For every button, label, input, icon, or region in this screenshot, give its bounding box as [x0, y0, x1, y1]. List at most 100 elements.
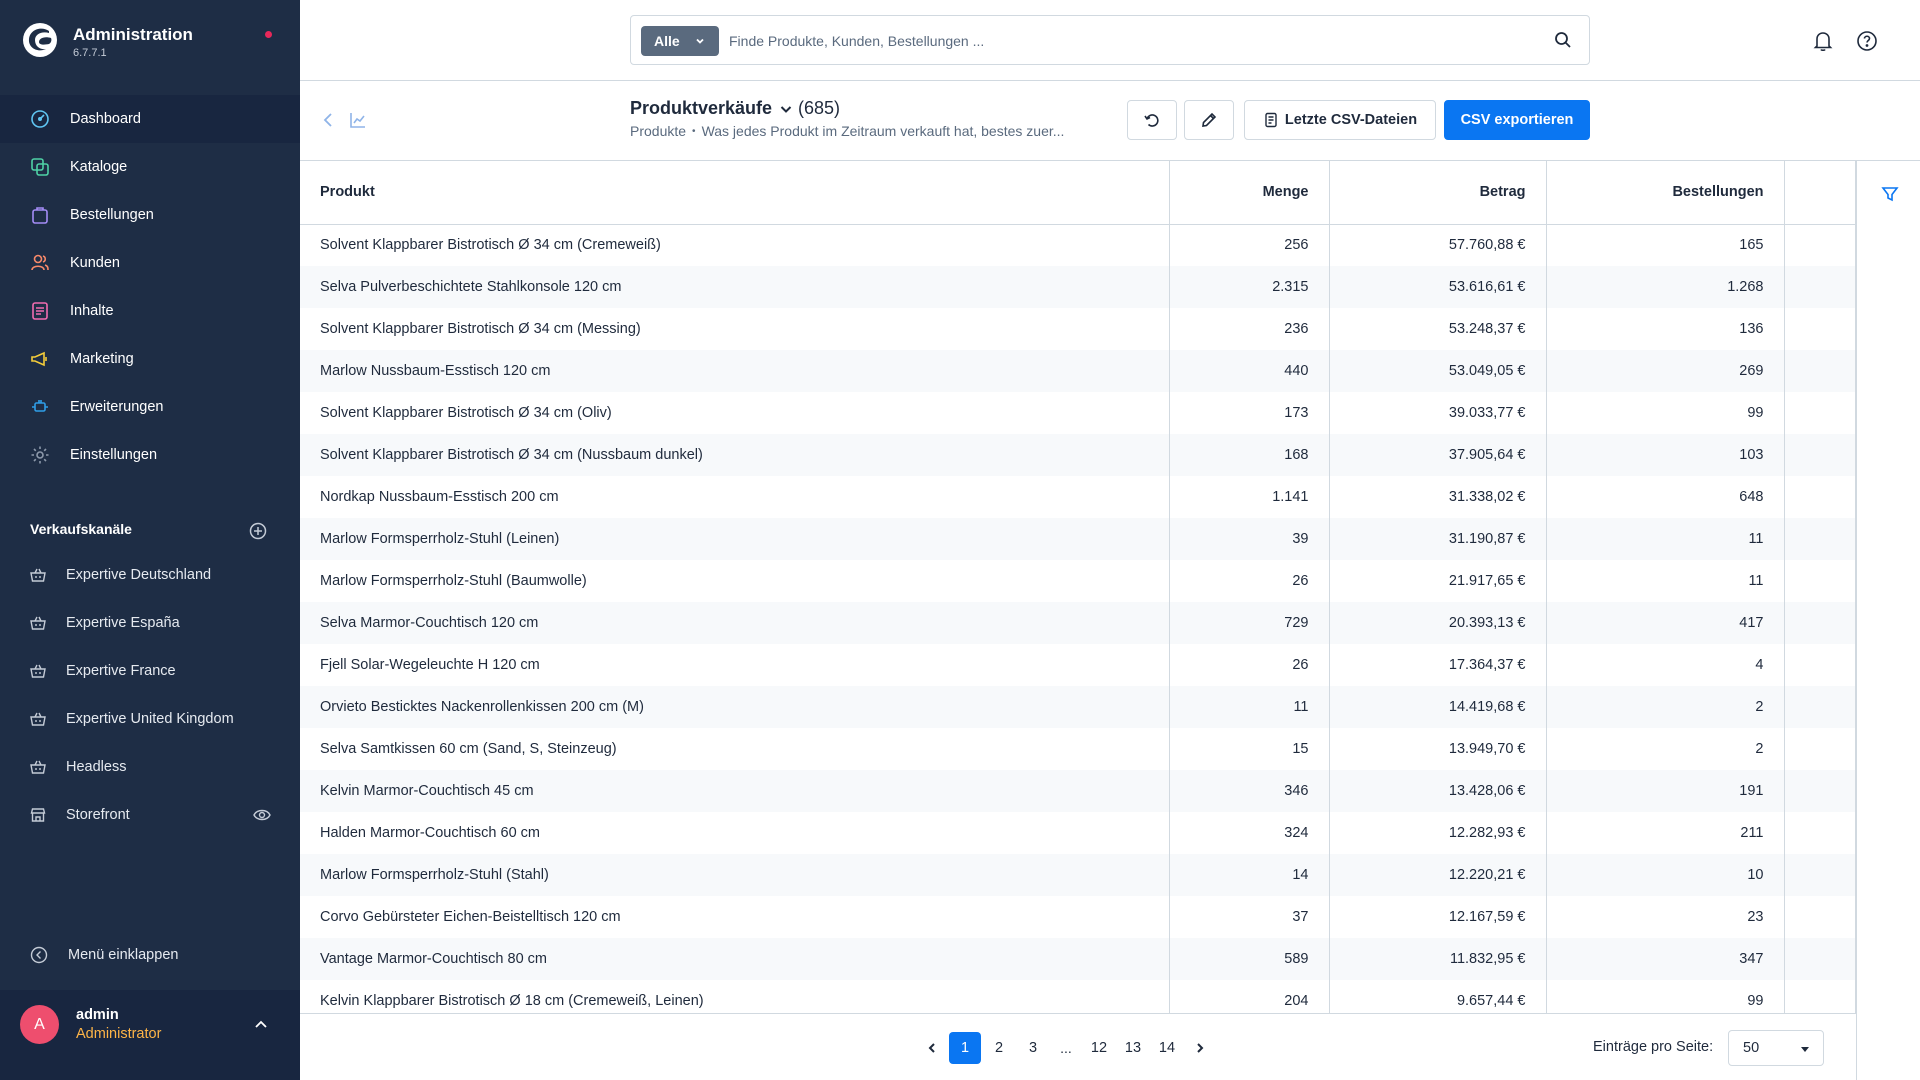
- table-row[interactable]: Kelvin Klappbarer Bistrotisch Ø 18 cm (C…: [300, 980, 1855, 1014]
- add-sales-channel-icon[interactable]: [249, 522, 267, 540]
- column-header-amount[interactable]: Betrag: [1329, 161, 1547, 225]
- table-row[interactable]: Selva Pulverbeschichtete Stahlkonsole 12…: [300, 266, 1855, 308]
- sales-channel-item[interactable]: Expertive Deutschland: [0, 551, 300, 599]
- pagination-page-button[interactable]: 3: [1017, 1032, 1049, 1064]
- collapse-menu-label: Menü einklappen: [68, 947, 179, 963]
- column-header-orders[interactable]: Bestellungen: [1546, 161, 1785, 225]
- basket-icon: [30, 760, 46, 774]
- table-row[interactable]: Halden Marmor-Couchtisch 60 cm 324 12.282,…: [300, 812, 1855, 854]
- table-row[interactable]: Fjell Solar-Wegeleuchte H 120 cm 26 17.364…: [300, 644, 1855, 686]
- search-icon[interactable]: [1553, 30, 1573, 50]
- help-icon[interactable]: [1855, 29, 1879, 53]
- recent-csv-files-button[interactable]: Letzte CSV-Dateien: [1244, 100, 1436, 140]
- table-row[interactable]: Vantage Marmor-Couchtisch 80 cm 589 11.832…: [300, 938, 1855, 980]
- table-row[interactable]: Kelvin Marmor-Couchtisch 45 cm 346 13.428,…: [300, 770, 1855, 812]
- cell-amount: 14.419,68 €: [1329, 686, 1547, 728]
- cell-quantity: 440: [1169, 350, 1330, 392]
- per-page-value: 50: [1743, 1040, 1760, 1056]
- sales-channel-item[interactable]: Storefront: [0, 791, 300, 839]
- nav-label: Kataloge: [70, 159, 128, 175]
- nav-item-inhalte[interactable]: Inhalte: [0, 287, 300, 335]
- per-page-select[interactable]: 50: [1728, 1030, 1824, 1066]
- pagination-page-button[interactable]: 13: [1117, 1032, 1149, 1064]
- filter-icon[interactable]: [1881, 185, 1899, 203]
- bell-icon[interactable]: [1811, 29, 1835, 53]
- cell-amount: 13.428,06 €: [1329, 770, 1547, 812]
- nav-item-marketing[interactable]: Marketing: [0, 335, 300, 383]
- grid-footer: 1 2 3... 12 13 14 Einträge pro Seite: 50: [300, 1013, 1856, 1080]
- cell-quantity: 256: [1169, 224, 1330, 266]
- chevron-left-icon[interactable]: [320, 111, 336, 129]
- breadcrumb-root[interactable]: Produkte: [630, 123, 686, 139]
- table-row[interactable]: Solvent Klappbarer Bistrotisch Ø 34 cm (…: [300, 224, 1855, 266]
- nav-item-bestellungen[interactable]: Bestellungen: [0, 191, 300, 239]
- table-row[interactable]: Corvo Gebürsteter Eichen-Beistelltisch 1…: [300, 896, 1855, 938]
- table-row[interactable]: Selva Samtkissen 60 cm (Sand, S, Steinze…: [300, 728, 1855, 770]
- table-row[interactable]: Orvieto Besticktes Nackenrollenkissen 20…: [300, 686, 1855, 728]
- avatar: A: [20, 1005, 59, 1044]
- cell-quantity: 1.141: [1169, 476, 1330, 518]
- cell-quantity: 346: [1169, 770, 1330, 812]
- table-row[interactable]: Marlow Formsperrholz-Stuhl (Leinen) 39 31.…: [300, 518, 1855, 560]
- sales-channel-item[interactable]: Expertive United Kingdom: [0, 695, 300, 743]
- table-row[interactable]: Solvent Klappbarer Bistrotisch Ø 34 cm (…: [300, 308, 1855, 350]
- pencil-icon: [1202, 112, 1217, 127]
- nav-label: Marketing: [70, 351, 134, 367]
- pagination-page-button[interactable]: 2: [983, 1032, 1015, 1064]
- column-header-quantity[interactable]: Menge: [1169, 161, 1330, 225]
- pagination-prev-button[interactable]: [916, 1032, 948, 1064]
- eye-icon[interactable]: [253, 807, 271, 823]
- sales-channel-item[interactable]: Expertive France: [0, 647, 300, 695]
- table-row[interactable]: Marlow Formsperrholz-Stuhl (Baumwolle) 26…: [300, 560, 1855, 602]
- cell-product: Solvent Klappbarer Bistrotisch Ø 34 cm (…: [300, 434, 1170, 476]
- cell-actions: [1784, 308, 1855, 350]
- page-title[interactable]: Produktverkäufe: [630, 98, 772, 119]
- user-name: admin: [76, 1007, 119, 1023]
- sales-channel-item[interactable]: Expertive España: [0, 599, 300, 647]
- cell-amount: 53.248,37 €: [1329, 308, 1547, 350]
- shopware-logo-icon[interactable]: [22, 22, 58, 58]
- cell-quantity: 15: [1169, 728, 1330, 770]
- cell-product: Marlow Formsperrholz-Stuhl (Leinen): [300, 518, 1170, 560]
- nav-item-kunden[interactable]: Kunden: [0, 239, 300, 287]
- chart-line-icon[interactable]: [349, 111, 367, 129]
- cell-quantity: 26: [1169, 560, 1330, 602]
- sales-channel-label: Expertive España: [66, 615, 180, 631]
- cell-orders: 103: [1546, 434, 1785, 476]
- table-row[interactable]: Solvent Klappbarer Bistrotisch Ø 34 cm (…: [300, 434, 1855, 476]
- table-row[interactable]: Marlow Nussbaum-Esstisch 120 cm 440 53.049…: [300, 350, 1855, 392]
- table-row[interactable]: Marlow Formsperrholz-Stuhl (Stahl) 14 12.2…: [300, 854, 1855, 896]
- cell-quantity: 324: [1169, 812, 1330, 854]
- column-header-product[interactable]: Produkt: [300, 161, 1170, 225]
- cell-actions: [1784, 644, 1855, 686]
- search-input[interactable]: [729, 26, 1529, 56]
- table-row[interactable]: Nordkap Nussbaum-Esstisch 200 cm 1.141 31.…: [300, 476, 1855, 518]
- recent-csv-files-label: Letzte CSV-Dateien: [1284, 112, 1418, 128]
- nav-item-dashboard[interactable]: Dashboard: [0, 95, 300, 143]
- sales-channel-item[interactable]: Headless: [0, 743, 300, 791]
- cell-quantity: 236: [1169, 308, 1330, 350]
- smart-bar: Produktverkäufe (685) Produkte • Was jedes…: [300, 81, 1920, 161]
- table-row[interactable]: Selva Marmor-Couchtisch 120 cm 729 20.393,…: [300, 602, 1855, 644]
- nav-item-kataloge[interactable]: Kataloge: [0, 143, 300, 191]
- pagination-page-button[interactable]: 14: [1151, 1032, 1183, 1064]
- marketing-icon: [29, 348, 51, 370]
- chevron-up-icon[interactable]: [253, 1016, 269, 1032]
- export-csv-button[interactable]: CSV exportieren: [1444, 100, 1590, 140]
- search-type-select[interactable]: Alle: [641, 26, 719, 56]
- reset-button[interactable]: [1127, 100, 1177, 140]
- cell-actions: [1784, 686, 1855, 728]
- chevron-down-icon[interactable]: [778, 101, 794, 117]
- user-menu[interactable]: A admin Administrator: [0, 990, 300, 1080]
- pagination-next-button[interactable]: [1184, 1032, 1216, 1064]
- pagination-page-button[interactable]: 12: [1083, 1032, 1115, 1064]
- table-header-row: Produkt Menge Betrag Bestellungen: [300, 161, 1855, 225]
- pagination-page-button[interactable]: 1: [949, 1032, 981, 1064]
- cell-product: Marlow Formsperrholz-Stuhl (Baumwolle): [300, 560, 1170, 602]
- collapse-menu-button[interactable]: Menü einklappen: [30, 946, 178, 964]
- sales-channel-label: Headless: [66, 759, 127, 775]
- nav-item-erweiterungen[interactable]: Erweiterungen: [0, 383, 300, 431]
- edit-button[interactable]: [1184, 100, 1234, 140]
- nav-item-einstellungen[interactable]: Einstellungen: [0, 431, 300, 479]
- table-row[interactable]: Solvent Klappbarer Bistrotisch Ø 34 cm (…: [300, 392, 1855, 434]
